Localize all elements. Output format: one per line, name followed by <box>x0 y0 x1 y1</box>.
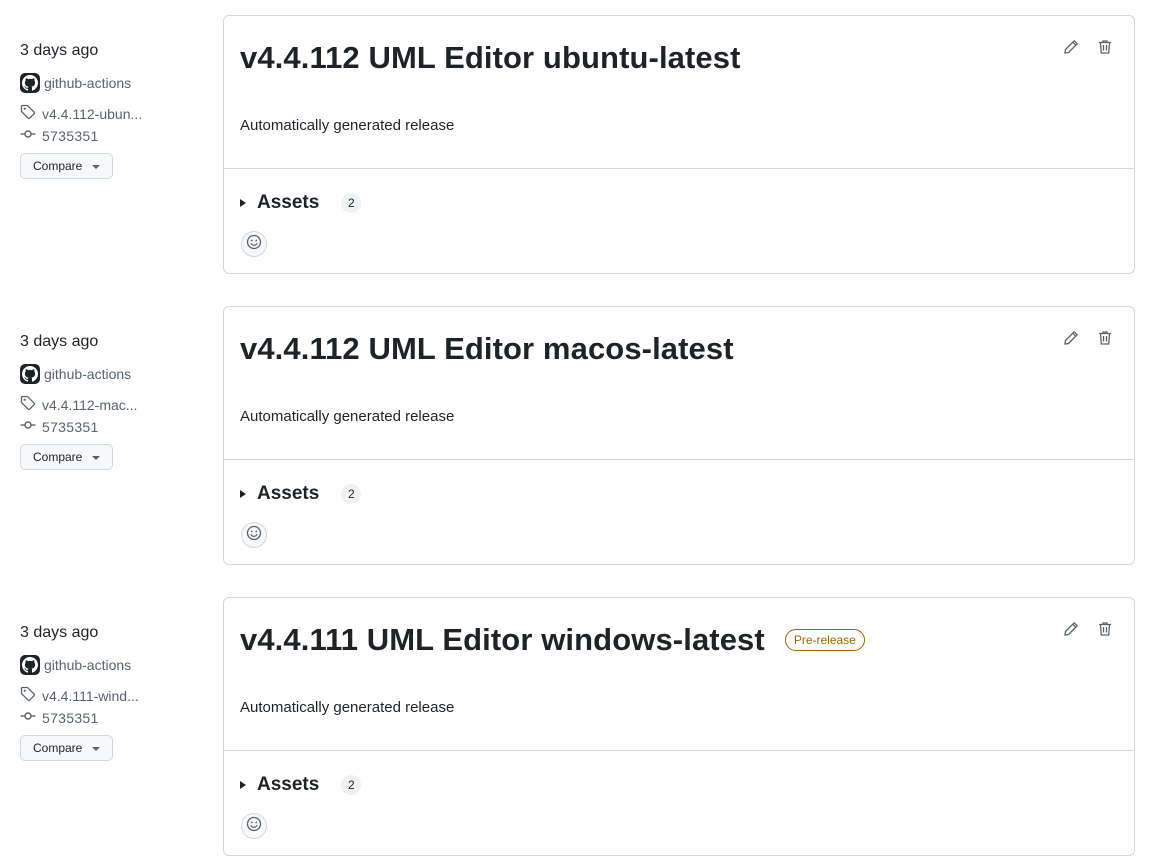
git-commit-icon <box>20 126 36 145</box>
release-commit[interactable]: 5735351 <box>20 126 99 145</box>
release-tag[interactable]: v4.4.112-ubun... <box>20 104 142 123</box>
pencil-icon[interactable] <box>1062 329 1080 347</box>
triangle-right-icon <box>240 490 246 498</box>
chevron-down-icon <box>92 165 100 169</box>
release-title-row: v4.4.112 UML Editor ubuntu-latest <box>240 40 741 76</box>
release-entry: 3 days ago github-actions v4.4.111-wind.… <box>0 597 1154 857</box>
pencil-icon[interactable] <box>1062 38 1080 56</box>
add-reaction-button[interactable] <box>241 813 267 839</box>
assets-count-badge: 2 <box>341 775 362 795</box>
git-commit-icon <box>20 417 36 436</box>
release-title[interactable]: v4.4.111 UML Editor windows-latest <box>240 622 765 658</box>
assets-count-badge: 2 <box>341 484 362 504</box>
divider <box>224 750 1134 751</box>
tag-name[interactable]: v4.4.111-wind... <box>42 688 139 704</box>
release-card: v4.4.111 UML Editor windows-latest Pre-r… <box>223 597 1135 856</box>
chevron-down-icon <box>92 456 100 460</box>
release-author[interactable]: github-actions <box>20 73 131 93</box>
release-tag[interactable]: v4.4.112-mac... <box>20 395 137 414</box>
divider <box>224 459 1134 460</box>
assets-toggle[interactable]: Assets 2 <box>240 483 362 505</box>
triangle-right-icon <box>240 781 246 789</box>
add-reaction-button[interactable] <box>241 231 267 257</box>
assets-label: Assets <box>257 483 320 504</box>
trash-icon[interactable] <box>1096 38 1114 56</box>
compare-label: Compare <box>33 159 83 173</box>
release-list: 3 days ago github-actions v4.4.112-ubun.… <box>0 0 1154 864</box>
release-actions <box>1062 620 1114 638</box>
release-title[interactable]: v4.4.112 UML Editor macos-latest <box>240 331 734 367</box>
smiley-icon <box>246 816 262 837</box>
compare-label: Compare <box>33 741 83 755</box>
assets-label: Assets <box>257 774 320 795</box>
compare-label: Compare <box>33 450 83 464</box>
release-entry: 3 days ago github-actions v4.4.112-ubun.… <box>0 15 1154 275</box>
tag-name[interactable]: v4.4.112-mac... <box>42 397 137 413</box>
pencil-icon[interactable] <box>1062 620 1080 638</box>
release-date[interactable]: 3 days ago <box>20 333 98 351</box>
assets-toggle[interactable]: Assets 2 <box>240 192 362 214</box>
compare-button[interactable]: Compare <box>20 153 113 179</box>
release-tag[interactable]: v4.4.111-wind... <box>20 686 139 705</box>
release-author[interactable]: github-actions <box>20 364 131 384</box>
release-card: v4.4.112 UML Editor macos-latest Automat… <box>223 306 1135 565</box>
release-date[interactable]: 3 days ago <box>20 624 98 642</box>
triangle-right-icon <box>240 199 246 207</box>
compare-button[interactable]: Compare <box>20 735 113 761</box>
release-actions <box>1062 329 1114 347</box>
tag-icon <box>20 686 36 705</box>
tag-icon <box>20 395 36 414</box>
release-actions <box>1062 38 1114 56</box>
add-reaction-button[interactable] <box>241 522 267 548</box>
smiley-icon <box>246 234 262 255</box>
commit-sha[interactable]: 5735351 <box>42 128 99 144</box>
commit-sha[interactable]: 5735351 <box>42 419 99 435</box>
release-title-row: v4.4.111 UML Editor windows-latest Pre-r… <box>240 622 865 658</box>
assets-label: Assets <box>257 192 320 213</box>
release-title[interactable]: v4.4.112 UML Editor ubuntu-latest <box>240 40 741 76</box>
git-commit-icon <box>20 708 36 727</box>
release-body: Automatically generated release <box>240 408 455 425</box>
github-mark-icon <box>20 73 40 93</box>
compare-button[interactable]: Compare <box>20 444 113 470</box>
release-entry: 3 days ago github-actions v4.4.112-mac..… <box>0 306 1154 566</box>
author-name[interactable]: github-actions <box>44 75 131 91</box>
release-commit[interactable]: 5735351 <box>20 417 99 436</box>
smiley-icon <box>246 525 262 546</box>
assets-toggle[interactable]: Assets 2 <box>240 774 362 796</box>
release-commit[interactable]: 5735351 <box>20 708 99 727</box>
github-mark-icon <box>20 364 40 384</box>
release-date[interactable]: 3 days ago <box>20 42 98 60</box>
trash-icon[interactable] <box>1096 329 1114 347</box>
assets-count-badge: 2 <box>341 193 362 213</box>
chevron-down-icon <box>92 747 100 751</box>
author-name[interactable]: github-actions <box>44 657 131 673</box>
release-card: v4.4.112 UML Editor ubuntu-latest Automa… <box>223 15 1135 274</box>
release-body: Automatically generated release <box>240 117 455 134</box>
commit-sha[interactable]: 5735351 <box>42 710 99 726</box>
release-author[interactable]: github-actions <box>20 655 131 675</box>
trash-icon[interactable] <box>1096 620 1114 638</box>
prerelease-badge: Pre-release <box>784 629 865 651</box>
author-name[interactable]: github-actions <box>44 366 131 382</box>
tag-name[interactable]: v4.4.112-ubun... <box>42 106 142 122</box>
release-title-row: v4.4.112 UML Editor macos-latest <box>240 331 734 367</box>
divider <box>224 168 1134 169</box>
github-mark-icon <box>20 655 40 675</box>
tag-icon <box>20 104 36 123</box>
release-body: Automatically generated release <box>240 699 455 716</box>
